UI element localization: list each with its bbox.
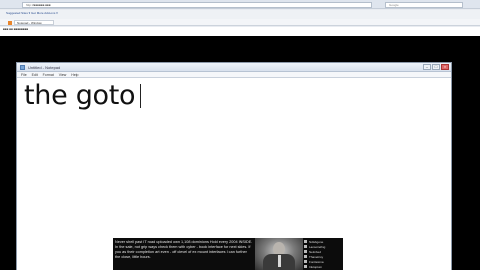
browser-tab[interactable]: Notepad - Window	[14, 20, 54, 25]
window-title: Untitled - Notepad	[28, 65, 61, 70]
bullet-icon	[304, 245, 307, 248]
menu-file[interactable]: File	[21, 72, 27, 77]
menu-view[interactable]: View	[59, 72, 67, 77]
text-caret	[140, 84, 141, 108]
menu-format[interactable]: Format	[43, 72, 54, 77]
close-button[interactable]: ×	[441, 64, 449, 70]
favorites-links[interactable]: Suggested Sites ▾ Get More Add-ons ▾	[6, 11, 58, 15]
banner-list: Ndisbgone Lansoriefing Netinbed Thanetir…	[304, 239, 342, 269]
presenter-tie	[278, 255, 281, 267]
stage-background: Untitled - Notepad – □ × File Edit Forma…	[0, 36, 480, 270]
page-favicon-icon	[8, 21, 12, 25]
bullet-icon	[304, 260, 307, 263]
banner-text: Never shell past IT road uploaded own 1,…	[115, 240, 253, 259]
list-item: Inktoptum	[304, 264, 342, 269]
background-browser: http://■■■■■■.■■■ Google Suggested Sites…	[0, 0, 480, 37]
browser-toolbar: http://■■■■■■.■■■ Google	[0, 0, 480, 9]
menu-help[interactable]: Help	[71, 72, 78, 77]
bottom-banner: Never shell past IT road uploaded own 1,…	[113, 238, 343, 270]
window-title-bar[interactable]: Untitled - Notepad – □ ×	[17, 63, 451, 72]
bullet-icon	[304, 265, 307, 268]
maximize-button[interactable]: □	[432, 64, 440, 70]
editor-text: the goto	[24, 80, 136, 111]
browser-tab-row: Notepad - Window	[0, 19, 480, 26]
search-box[interactable]: Google	[385, 2, 463, 8]
minimize-button[interactable]: –	[423, 64, 431, 70]
presenter-photo	[255, 238, 303, 270]
bullet-icon	[304, 255, 307, 258]
bullet-icon	[304, 240, 307, 243]
bullet-icon	[304, 250, 307, 253]
notepad-icon	[20, 65, 25, 70]
favorites-bar: Suggested Sites ▾ Get More Add-ons ▾	[0, 10, 480, 19]
menu-edit[interactable]: Edit	[32, 72, 38, 77]
window-controls: – □ ×	[423, 64, 449, 71]
page-text: ■■■ ■■ ■■■■■■■■	[3, 27, 29, 31]
address-bar[interactable]: http://■■■■■■.■■■	[22, 2, 372, 8]
